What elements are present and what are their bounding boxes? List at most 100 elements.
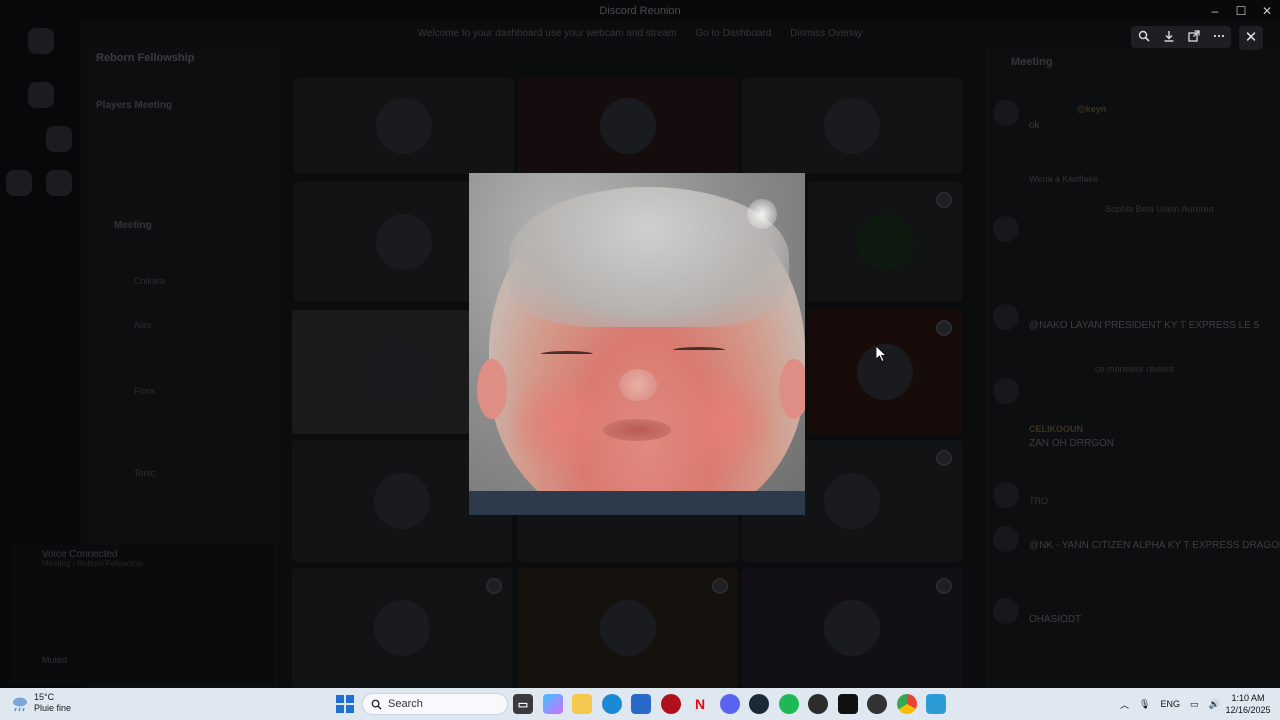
weather-widget[interactable]: 15°C Pluie fine bbox=[10, 692, 71, 714]
video-tile[interactable] bbox=[292, 568, 512, 688]
maximize-button[interactable]: ☐ bbox=[1228, 0, 1254, 22]
chrome-icon[interactable] bbox=[897, 694, 917, 714]
edge-icon[interactable] bbox=[602, 694, 622, 714]
avatar[interactable] bbox=[993, 482, 1019, 508]
avatar bbox=[374, 344, 430, 400]
video-tile[interactable] bbox=[742, 568, 962, 688]
weather-temperature: 15°C bbox=[34, 692, 55, 702]
download-icon[interactable] bbox=[1159, 30, 1179, 45]
app-icon[interactable] bbox=[867, 694, 887, 714]
task-view-icon[interactable]: ▭ bbox=[513, 694, 533, 714]
voice-channel-players-meeting[interactable]: Players Meeting bbox=[96, 100, 172, 111]
avatar bbox=[376, 98, 432, 154]
baby-eye bbox=[541, 351, 593, 357]
image-viewer-toolbar bbox=[1131, 26, 1231, 48]
steam-icon[interactable] bbox=[749, 694, 769, 714]
avatar[interactable] bbox=[993, 598, 1019, 624]
baby-nose bbox=[619, 369, 657, 401]
store-icon[interactable] bbox=[631, 694, 651, 714]
server-icon[interactable] bbox=[46, 170, 72, 196]
message-text: Wena a Kiwiflake bbox=[1029, 174, 1098, 184]
voice-user[interactable]: Fiora bbox=[134, 386, 155, 396]
pin-icon[interactable] bbox=[936, 450, 952, 466]
message-text: ce monsieur revient bbox=[1095, 364, 1174, 374]
close-window-button[interactable]: ✕ bbox=[1254, 0, 1280, 22]
banner-link-dashboard[interactable]: Go to Dashboard bbox=[695, 28, 771, 39]
video-tile[interactable] bbox=[294, 78, 514, 174]
voice-channel-meeting[interactable]: Meeting bbox=[114, 220, 152, 231]
message-author[interactable]: CELIKOOUN bbox=[1029, 424, 1083, 434]
message-text: Sophia Beta Usein Aurorea bbox=[1105, 204, 1214, 214]
spotify-icon[interactable] bbox=[779, 694, 799, 714]
search-placeholder: Search bbox=[388, 698, 423, 710]
avatar bbox=[600, 600, 656, 656]
windows-start-icon[interactable] bbox=[336, 695, 354, 713]
pin-icon[interactable] bbox=[486, 578, 502, 594]
video-tile[interactable] bbox=[518, 568, 738, 688]
voice-user[interactable]: Chikara bbox=[134, 276, 165, 286]
message-text: TRO bbox=[1029, 496, 1048, 506]
open-external-icon[interactable] bbox=[1184, 29, 1204, 45]
baby-ear bbox=[779, 359, 805, 419]
network-icon[interactable]: ▭ bbox=[1190, 699, 1199, 710]
avatar[interactable] bbox=[993, 526, 1019, 552]
screen: Discord Reunion – ☐ ✕ Welcome to your da… bbox=[0, 0, 1280, 720]
notice-banner: Welcome to your dashboard use your webca… bbox=[22, 24, 1258, 44]
microphone-icon[interactable]: 🎙 bbox=[1139, 699, 1150, 710]
message-text: ZAN OH DRRGON bbox=[1029, 438, 1114, 449]
netflix-icon[interactable]: N bbox=[690, 694, 710, 714]
xbox-icon[interactable] bbox=[808, 694, 828, 714]
voice-channel-info: Meeting / Reborn Fellowship bbox=[42, 559, 144, 568]
more-icon[interactable] bbox=[1209, 30, 1229, 45]
minimize-button[interactable]: – bbox=[1202, 0, 1228, 22]
chevron-up-icon[interactable]: ︿ bbox=[1120, 698, 1129, 711]
server-icon[interactable] bbox=[28, 82, 54, 108]
pin-icon[interactable] bbox=[936, 192, 952, 208]
close-viewer-button[interactable]: ✕ bbox=[1239, 26, 1263, 50]
message-author[interactable]: @keyn bbox=[1077, 104, 1106, 114]
notepad-icon[interactable] bbox=[926, 694, 946, 714]
language-indicator[interactable]: ENG bbox=[1160, 699, 1180, 709]
banner-link-dismiss[interactable]: Dismiss Overlay bbox=[790, 28, 862, 39]
server-icon[interactable] bbox=[46, 126, 72, 152]
voice-user[interactable]: Tonic bbox=[134, 468, 155, 478]
chat-title: Meeting bbox=[1011, 56, 1053, 68]
baby-mouth bbox=[603, 419, 671, 441]
weather-description: Pluie fine bbox=[34, 703, 72, 713]
user-panel: Voice Connected Meeting / Reborn Fellows… bbox=[10, 545, 275, 685]
avatar bbox=[374, 473, 430, 529]
server-icon[interactable] bbox=[6, 170, 32, 196]
avatar[interactable] bbox=[993, 216, 1019, 242]
server-name[interactable]: Reborn Fellowship bbox=[88, 52, 278, 74]
avatar bbox=[824, 600, 880, 656]
video-tile[interactable] bbox=[808, 182, 962, 302]
message-text: @NK - YANN CITIZEN ALPHA KY T EXPRESS DR… bbox=[1029, 540, 1280, 551]
video-tile[interactable] bbox=[742, 78, 962, 174]
avatar[interactable] bbox=[993, 100, 1019, 126]
user-status: Muted bbox=[42, 655, 68, 665]
clock-time: 1:10 AM bbox=[1231, 693, 1265, 703]
pin-icon[interactable] bbox=[712, 578, 728, 594]
video-tile[interactable] bbox=[518, 78, 738, 174]
message-text: @NAKO LAYAN PRESIDENT KY T EXPRESS LE 5 bbox=[1029, 320, 1260, 331]
terminal-icon[interactable] bbox=[838, 694, 858, 714]
volume-icon[interactable]: 🔊 bbox=[1208, 699, 1219, 710]
discord-icon[interactable] bbox=[720, 694, 740, 714]
message-text: OHASIODT bbox=[1029, 614, 1082, 625]
voice-user[interactable]: Alex bbox=[134, 320, 152, 330]
pin-icon[interactable] bbox=[936, 578, 952, 594]
server-icon-home[interactable] bbox=[28, 28, 54, 54]
pin-icon[interactable] bbox=[936, 320, 952, 336]
avatar[interactable] bbox=[993, 304, 1019, 330]
copilot-icon[interactable] bbox=[543, 694, 563, 714]
image-preview[interactable] bbox=[469, 173, 805, 515]
avatar[interactable] bbox=[993, 378, 1019, 404]
video-tile[interactable] bbox=[808, 310, 962, 434]
taskbar-search[interactable]: Search bbox=[362, 693, 508, 715]
file-explorer-icon[interactable] bbox=[572, 694, 592, 714]
zoom-icon[interactable] bbox=[1134, 30, 1154, 45]
opera-icon[interactable] bbox=[661, 694, 681, 714]
baby-cheek bbox=[669, 373, 779, 473]
taskbar-clock[interactable]: 1:10 AM 12/16/2025 bbox=[1224, 692, 1272, 716]
mouse-cursor-icon bbox=[876, 346, 888, 362]
